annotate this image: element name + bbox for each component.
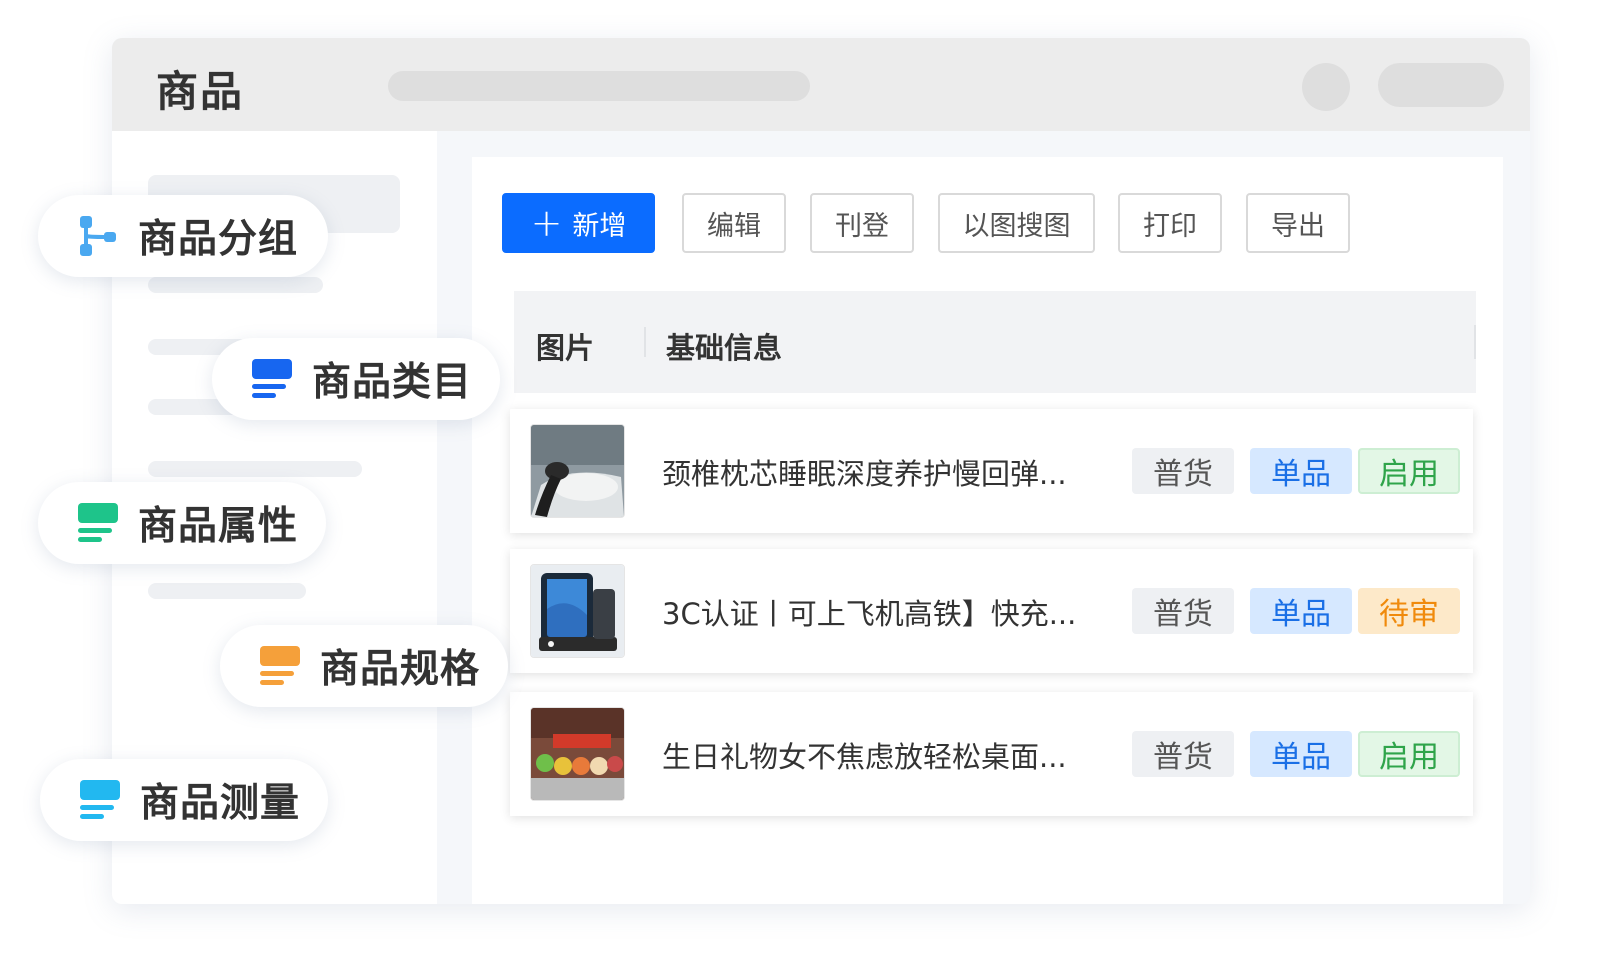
app-window: 商品 + 新增 编辑 刊登 以图搜图 打印 导出 图片 基础信息 颈椎枕芯睡眠深… xyxy=(112,38,1530,904)
tag-cargo-type: 普货 xyxy=(1132,588,1234,634)
feature-pill-product-category[interactable]: 商品类目 xyxy=(212,338,500,420)
table-row[interactable]: 3C认证丨可上飞机高铁】快充... 普货 单品 待审 xyxy=(510,549,1473,673)
column-header-image: 图片 xyxy=(536,331,595,365)
column-divider xyxy=(1474,325,1476,359)
product-thumbnail[interactable] xyxy=(530,707,625,801)
image-search-button[interactable]: 以图搜图 xyxy=(938,193,1095,253)
status-badge: 启用 xyxy=(1358,448,1460,494)
table-row[interactable]: 生日礼物女不焦虑放轻松桌面... 普货 单品 启用 xyxy=(510,692,1473,816)
export-button[interactable]: 导出 xyxy=(1246,193,1350,253)
feature-pill-label: 商品规格 xyxy=(320,647,481,692)
product-thumbnail[interactable] xyxy=(530,424,625,518)
category-list-icon xyxy=(250,357,294,401)
print-button[interactable]: 打印 xyxy=(1118,193,1222,253)
search-bar-placeholder[interactable] xyxy=(388,71,810,101)
feature-pill-product-attribute[interactable]: 商品属性 xyxy=(38,482,326,564)
sidebar-skeleton-line xyxy=(148,461,362,477)
add-button-label: 新增 xyxy=(572,210,627,242)
product-title[interactable]: 生日礼物女不焦虑放轻松桌面... xyxy=(662,734,1067,776)
add-button[interactable]: + 新增 xyxy=(502,193,655,253)
spec-list-icon xyxy=(258,644,302,688)
column-divider xyxy=(644,327,646,357)
product-thumbnail[interactable] xyxy=(530,564,625,658)
feature-pill-label: 商品分组 xyxy=(138,217,299,262)
tag-product-type: 单品 xyxy=(1250,588,1352,634)
tag-product-type: 单品 xyxy=(1250,448,1352,494)
edit-button[interactable]: 编辑 xyxy=(682,193,786,253)
feature-pill-label: 商品属性 xyxy=(138,504,299,549)
table-header: 图片 基础信息 xyxy=(514,291,1476,393)
product-title[interactable]: 颈椎枕芯睡眠深度养护慢回弹... xyxy=(662,451,1067,493)
tag-product-type: 单品 xyxy=(1250,731,1352,777)
tag-cargo-type: 普货 xyxy=(1132,731,1234,777)
attribute-list-icon xyxy=(76,501,120,545)
plus-icon: + xyxy=(530,201,563,245)
publish-button[interactable]: 刊登 xyxy=(810,193,914,253)
status-badge: 启用 xyxy=(1358,731,1460,777)
feature-pill-product-spec[interactable]: 商品规格 xyxy=(220,625,508,707)
main-panel: + 新增 编辑 刊登 以图搜图 打印 导出 图片 基础信息 颈椎枕芯睡眠深度养护… xyxy=(472,157,1503,904)
feature-pill-label: 商品测量 xyxy=(140,781,301,826)
status-badge: 待审 xyxy=(1358,588,1460,634)
column-header-info: 基础信息 xyxy=(666,331,783,365)
tree-structure-icon xyxy=(76,214,120,258)
product-title[interactable]: 3C认证丨可上飞机高铁】快充... xyxy=(662,591,1076,633)
feature-pill-product-group[interactable]: 商品分组 xyxy=(38,195,328,277)
page-title: 商品 xyxy=(156,67,245,116)
feature-pill-product-measure[interactable]: 商品测量 xyxy=(40,759,328,841)
user-menu-placeholder[interactable] xyxy=(1378,63,1504,107)
sidebar-skeleton-line xyxy=(148,583,306,599)
title-bar: 商品 xyxy=(112,38,1530,131)
feature-pill-label: 商品类目 xyxy=(312,360,473,405)
measure-list-icon xyxy=(78,778,122,822)
sidebar-skeleton-line xyxy=(148,277,323,293)
tag-cargo-type: 普货 xyxy=(1132,448,1234,494)
avatar[interactable] xyxy=(1302,63,1350,111)
table-row[interactable]: 颈椎枕芯睡眠深度养护慢回弹... 普货 单品 启用 xyxy=(510,409,1473,533)
